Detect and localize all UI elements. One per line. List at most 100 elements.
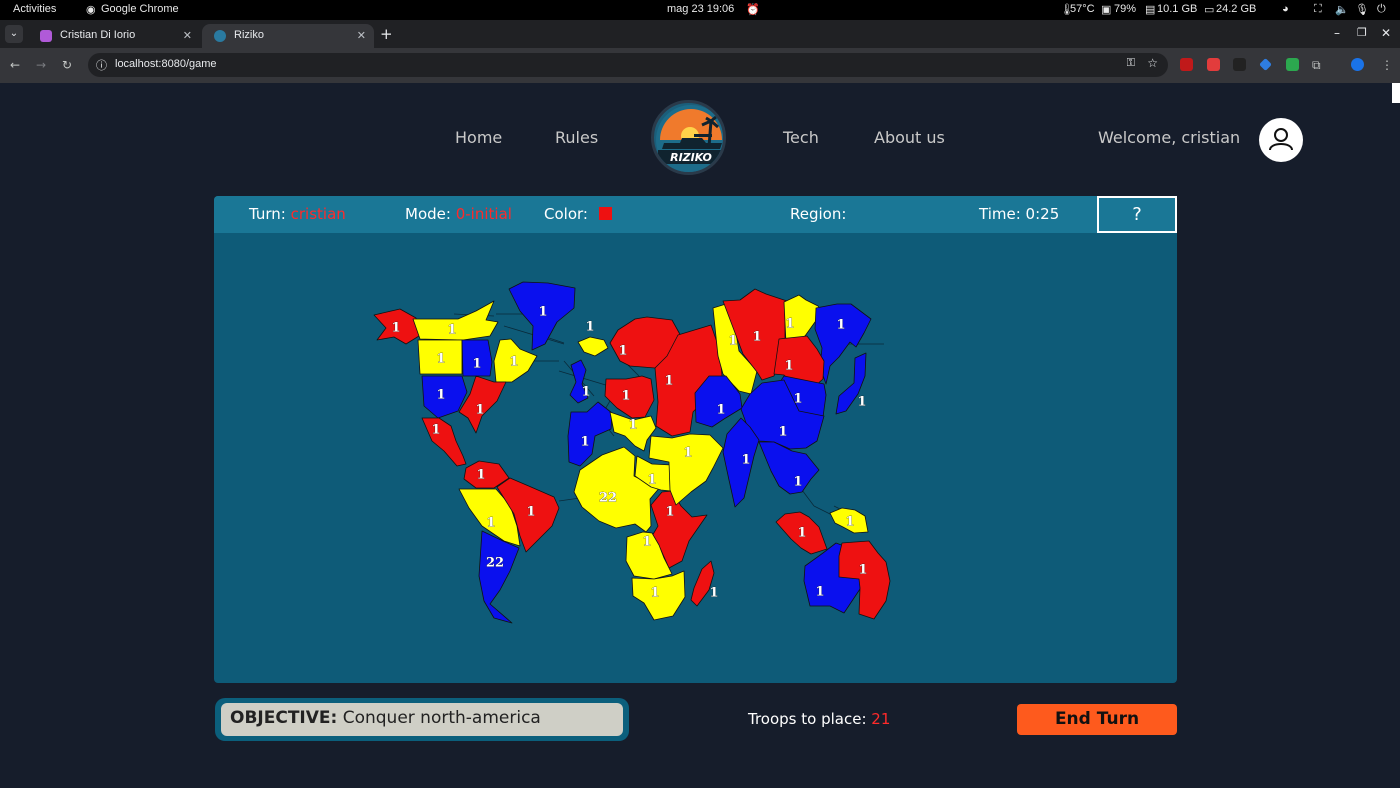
browser-toolbar: ← → ↻ ⓘ localhost:8080/game ⚿ ☆ ⧉ ⋮ <box>0 48 1400 83</box>
extensions-puzzle-icon[interactable]: ⧉ <box>1312 57 1321 73</box>
troop-count-iceland: 1 <box>585 320 594 335</box>
back-icon[interactable]: ← <box>10 57 20 73</box>
troop-count-venezuela: 1 <box>476 468 485 483</box>
chrome-menu-icon[interactable]: ⋮ <box>1381 57 1393 73</box>
troop-count-alaska: 1 <box>391 321 400 336</box>
tab-search-icon[interactable]: ⌄ <box>5 25 23 43</box>
troop-count-mongolia: 1 <box>793 392 802 407</box>
disk-icon: ▭ <box>1204 4 1215 16</box>
troop-count-middle-east: 1 <box>683 446 692 461</box>
close-tab-icon[interactable]: ✕ <box>183 29 192 42</box>
troop-count-great-britain: 1 <box>581 385 590 400</box>
game-board-panel: Turn: cristian Mode: 0-initial Color: Re… <box>214 196 1177 683</box>
troop-count-congo: 1 <box>642 535 651 550</box>
territory-iceland[interactable] <box>577 336 609 357</box>
activities-button[interactable]: Activities <box>13 3 56 15</box>
troop-count-alberta: 1 <box>436 352 445 367</box>
tab-cristian-di-iorio[interactable]: Cristian Di Iorio ✕ <box>28 24 200 48</box>
address-bar[interactable]: ⓘ localhost:8080/game ⚿ ☆ <box>88 53 1168 77</box>
profile-avatar-icon[interactable] <box>1351 58 1364 71</box>
welcome-text: Welcome, cristian <box>1098 128 1241 147</box>
close-window-icon[interactable]: ✕ <box>1381 26 1391 40</box>
troop-count-western-us: 1 <box>436 388 445 403</box>
troop-count-greenland: 1 <box>538 305 547 320</box>
logo-graphic: RIZIKO <box>656 105 723 172</box>
game-page: Home Rules RIZIKO Tech About us Welcome,… <box>0 83 1400 788</box>
forward-icon[interactable]: → <box>36 57 46 73</box>
troop-count-argentina: 22 <box>486 556 504 571</box>
minimize-icon[interactable]: – <box>1334 26 1340 40</box>
troop-count-northern-europe: 1 <box>621 389 630 404</box>
ublock-extension-icon[interactable] <box>1180 58 1193 71</box>
nav-home[interactable]: Home <box>455 128 502 147</box>
objective-card: OBJECTIVE: Conquer north-america <box>215 698 629 741</box>
troop-count-japan: 1 <box>857 395 866 410</box>
nav-about-us[interactable]: About us <box>874 128 945 147</box>
url-text: localhost:8080/game <box>115 58 217 70</box>
microphone-icon[interactable]: 🎙 <box>1355 3 1369 16</box>
troop-count-new-guinea: 1 <box>845 515 854 530</box>
password-key-icon[interactable]: ⚿ <box>1127 57 1135 70</box>
troop-count-quebec: 1 <box>509 355 518 370</box>
troop-count-siberia: 1 <box>752 330 761 345</box>
clock[interactable]: mag 23 19:06 <box>667 3 734 15</box>
territory-siam[interactable] <box>758 441 820 495</box>
battery-icon: ▣ <box>1101 4 1112 16</box>
world-map[interactable]: 1 1 1 1 1 1 1 1 1 1 1 1 22 1 1 1 1 1 1 1 22 1 1 1 1 1 1 1 1 1 1 1 1 1 1 1 1 1… <box>214 196 1177 683</box>
battery: 79% <box>1114 3 1137 15</box>
bookmark-star-icon[interactable]: ☆ <box>1147 56 1158 70</box>
troop-count-south-africa: 1 <box>650 586 659 601</box>
troop-count-ontario: 1 <box>472 357 481 372</box>
troop-count-northwest-territory: 1 <box>447 323 456 338</box>
troop-count-afghanistan: 1 <box>716 403 725 418</box>
troops-value: 21 <box>871 710 891 728</box>
user-avatar[interactable] <box>1259 118 1303 162</box>
troop-count-eastern-australia: 1 <box>858 563 867 578</box>
extension-blue-icon[interactable] <box>1259 58 1272 71</box>
territory-central-america[interactable] <box>421 417 467 467</box>
territory-argentina[interactable] <box>478 530 520 624</box>
memory: 10.1 GB <box>1157 3 1198 15</box>
network-icon[interactable]: ⛶ <box>1314 3 1322 16</box>
reload-icon[interactable]: ↻ <box>62 57 72 73</box>
logo-text: RIZIKO <box>670 151 712 164</box>
riziko-logo[interactable]: RIZIKO <box>651 100 726 175</box>
restore-icon[interactable]: ❐ <box>1357 26 1367 39</box>
troop-count-madagascar: 1 <box>709 586 718 601</box>
tab-title: Cristian Di Iorio <box>60 29 136 41</box>
troop-count-indonesia: 1 <box>797 526 806 541</box>
tab-riziko[interactable]: Riziko ✕ <box>202 24 374 48</box>
troop-count-east-africa: 1 <box>665 505 674 520</box>
end-turn-button[interactable]: End Turn <box>1017 704 1177 735</box>
troop-count-peru: 1 <box>486 516 495 531</box>
volume-icon[interactable]: 🔈 <box>1335 3 1349 16</box>
troop-count-egypt: 1 <box>647 473 656 488</box>
extension-black-icon[interactable] <box>1233 58 1246 71</box>
troop-count-china: 1 <box>778 425 787 440</box>
territory-north-africa[interactable] <box>573 446 662 533</box>
nav-rules[interactable]: Rules <box>555 128 598 147</box>
troop-count-yakutsk: 1 <box>785 317 794 332</box>
extension-red-icon[interactable] <box>1207 58 1220 71</box>
troop-count-india: 1 <box>741 453 750 468</box>
extension-green-icon[interactable] <box>1286 58 1299 71</box>
app-name[interactable]: Google Chrome <box>101 3 179 15</box>
scrollbar-thumb[interactable] <box>1392 83 1400 103</box>
troop-count-western-europe: 1 <box>580 435 589 450</box>
power-menu-icon[interactable]: ⏻ <box>1377 3 1386 16</box>
browser-tab-strip: ⌄ Cristian Di Iorio ✕ Riziko ✕ + – ❐ ✕ <box>0 20 1400 48</box>
objective-inner: OBJECTIVE: Conquer north-america <box>221 703 623 736</box>
tab-favicon-icon <box>40 30 52 42</box>
close-tab-icon[interactable]: ✕ <box>357 29 366 42</box>
discord-icon[interactable]: ◕ <box>1282 3 1289 15</box>
alarm-icon: ⏰ <box>746 4 760 16</box>
site-info-icon[interactable]: ⓘ <box>96 57 107 73</box>
new-tab-icon[interactable]: + <box>380 25 393 43</box>
troop-count-irkutsk: 1 <box>784 359 793 374</box>
troop-count-southern-europe: 1 <box>628 418 637 433</box>
nav-tech[interactable]: Tech <box>783 128 819 147</box>
troop-count-brazil: 1 <box>526 505 535 520</box>
troops-label: Troops to place: <box>748 710 867 728</box>
troop-count-central-america: 1 <box>431 423 440 438</box>
troop-count-ukraine: 1 <box>664 374 673 389</box>
